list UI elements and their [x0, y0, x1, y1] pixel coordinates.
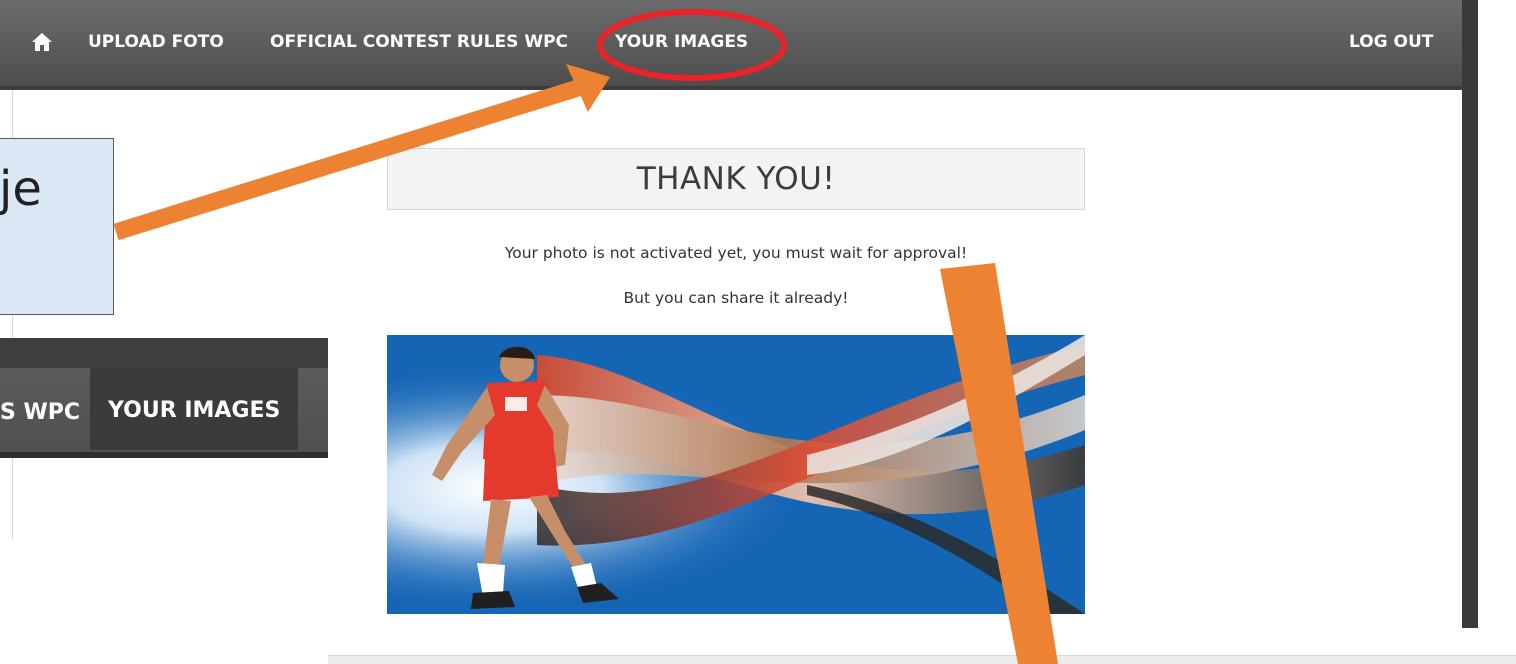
- page-title: THANK YOU!: [636, 161, 836, 197]
- home-icon[interactable]: [30, 30, 54, 54]
- inset-top-band: [0, 338, 328, 368]
- callout-text: je: [0, 161, 42, 217]
- menu-zoom-inset: S WPC YOUR IMAGES: [0, 338, 328, 458]
- nav-upload-foto[interactable]: UPLOAD FOTO: [88, 32, 224, 58]
- nav-your-images[interactable]: YOUR IMAGES: [615, 32, 748, 58]
- nav-official-contest-rules[interactable]: OFFICIAL CONTEST RULES WPC: [270, 32, 568, 58]
- inset-rules-partial: S WPC: [0, 400, 81, 425]
- page-scrollbar[interactable]: [1462, 0, 1478, 628]
- annotation-callout: je: [0, 138, 114, 315]
- volleyball-player-photo: [387, 335, 1085, 614]
- approval-message: Your photo is not activated yet, you mus…: [504, 244, 968, 262]
- thank-you-header: THANK YOU!: [387, 148, 1085, 210]
- inset-your-images-label: YOUR IMAGES: [108, 398, 281, 423]
- inset-your-images-highlight: YOUR IMAGES: [90, 368, 298, 450]
- share-message: But you can share it already!: [623, 289, 849, 307]
- page-footer-edge: [328, 655, 1516, 664]
- top-navbar: UPLOAD FOTO OFFICIAL CONTEST RULES WPC Y…: [0, 0, 1462, 90]
- nav-log-out[interactable]: LOG OUT: [1349, 32, 1433, 58]
